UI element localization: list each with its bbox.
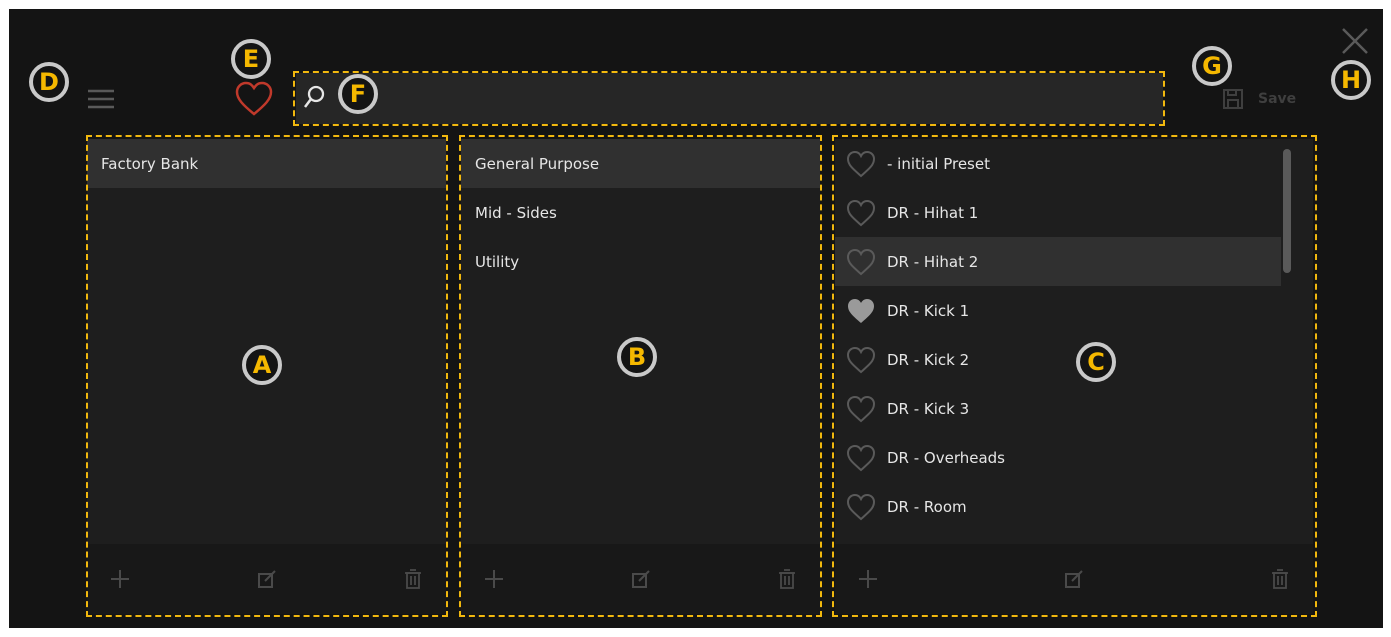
callout-c: C xyxy=(1076,342,1116,382)
save-button[interactable]: Save xyxy=(1222,88,1296,110)
favorites-filter-heart-icon[interactable] xyxy=(233,80,275,118)
callout-d: D xyxy=(29,62,69,102)
close-icon[interactable] xyxy=(1340,26,1370,56)
callout-b: B xyxy=(617,337,657,377)
callout-g: G xyxy=(1192,46,1232,86)
annotation-box-c xyxy=(832,135,1317,617)
callout-e: E xyxy=(231,39,271,79)
callout-h: H xyxy=(1331,60,1371,100)
save-label: Save xyxy=(1258,91,1297,107)
save-icon xyxy=(1222,88,1244,110)
callout-f: F xyxy=(338,74,378,114)
menu-icon[interactable] xyxy=(86,88,116,110)
callout-a: A xyxy=(242,345,282,385)
annotation-box-f xyxy=(293,71,1165,126)
